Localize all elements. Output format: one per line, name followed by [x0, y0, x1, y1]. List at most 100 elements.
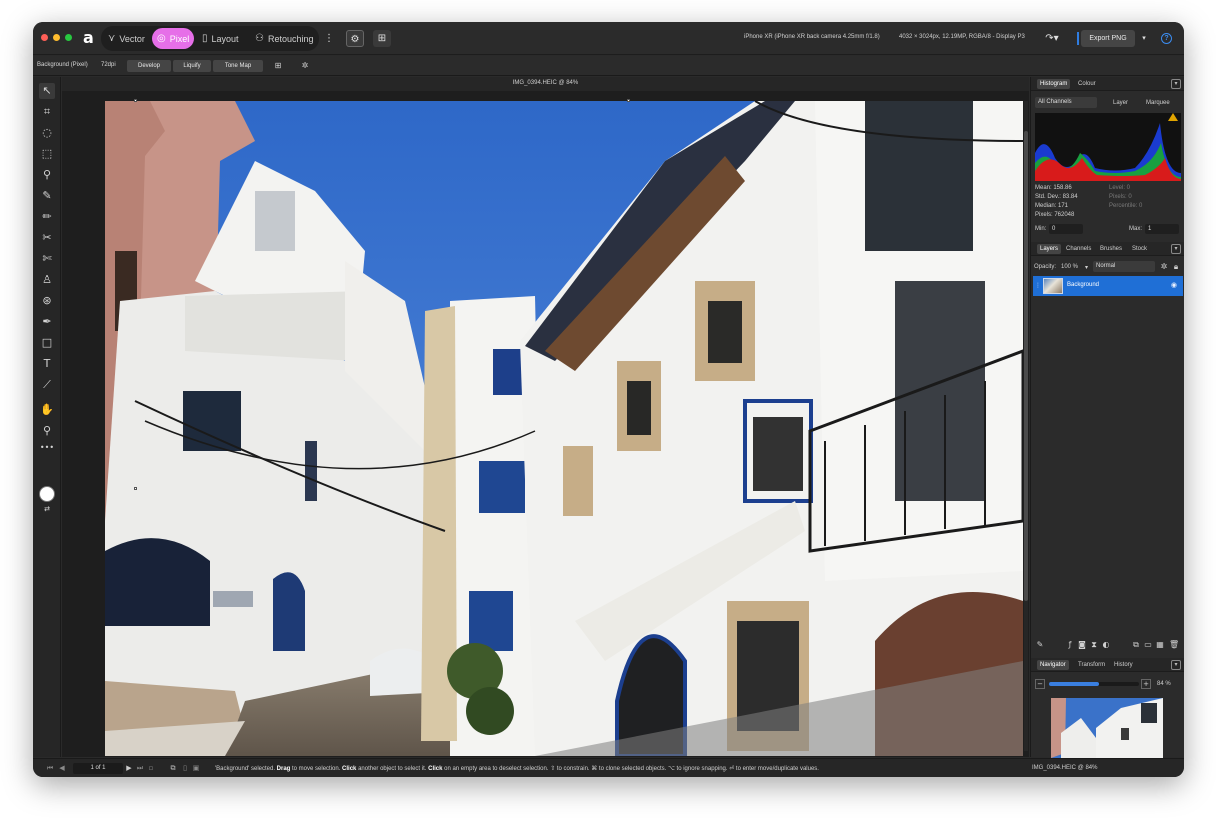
color-picker-icon[interactable]: ⟋ [39, 377, 55, 393]
copy-icon[interactable]: ▯ [180, 763, 190, 774]
export-dropdown-icon[interactable]: ▾ [1135, 30, 1153, 47]
channel-select[interactable]: All Channels [1035, 97, 1097, 108]
more-tools-icon[interactable]: ••• [39, 440, 55, 456]
marquee-option[interactable]: Marquee [1146, 100, 1170, 106]
last-page-icon[interactable]: ⏭ [135, 763, 145, 774]
document-image[interactable] [105, 101, 1023, 756]
opacity-dropdown-icon[interactable]: ▾ [1085, 264, 1088, 271]
lock-icon[interactable]: 🔒︎ [1171, 262, 1181, 272]
pen-tool-icon[interactable]: ✒ [39, 314, 55, 330]
persona-pixel[interactable]: ◎ Pixel [152, 28, 195, 49]
first-page-icon[interactable]: ⏮ [45, 763, 55, 774]
tab-transform[interactable]: Transform [1075, 660, 1108, 670]
crop-tool-icon[interactable]: ⌗ [39, 104, 55, 120]
primary-color-well[interactable] [39, 486, 55, 502]
blend-mode-select[interactable]: Normal [1093, 261, 1155, 272]
page-indicator[interactable]: 1 of 1 [73, 763, 123, 774]
visibility-eye-icon[interactable]: ◉ [1171, 281, 1177, 289]
tab-layers[interactable]: Layers [1037, 244, 1062, 254]
hint-drag: Drag [276, 766, 291, 772]
dodge-tool-icon[interactable]: ✂ [39, 230, 55, 246]
close-window-button[interactable] [41, 34, 48, 41]
zoom-out-icon[interactable]: − [1035, 679, 1045, 689]
swap-colors-icon[interactable]: ⇄ [39, 501, 55, 517]
edit-layer-icon[interactable]: ✎ [1035, 640, 1045, 650]
selection-handle[interactable] [627, 99, 630, 102]
mask-icon[interactable]: ◙ [1077, 640, 1087, 650]
persona-vector[interactable]: ⋎ Vector [103, 28, 150, 49]
folder-icon[interactable]: ▭ [1143, 640, 1153, 650]
tab-brushes[interactable]: Brushes [1097, 244, 1125, 254]
opacity-value[interactable]: 100 % [1061, 264, 1078, 270]
help-icon[interactable]: ? [1161, 33, 1172, 44]
hist-pixels: Pixels: 762048 [1035, 212, 1075, 218]
develop-button[interactable]: Develop [127, 60, 171, 72]
zoom-value[interactable]: 84 % [1157, 681, 1171, 687]
undo-history-icon[interactable]: ↷▾ [1043, 30, 1061, 47]
selection-handle[interactable] [134, 487, 137, 490]
hand-tool-icon[interactable]: ✋ [39, 402, 55, 418]
settings-icon[interactable]: ✲ [299, 60, 311, 72]
page-options-icon[interactable]: ▫ [146, 763, 156, 774]
canvas-area[interactable]: IMG_0394.HEIC @ 84% [62, 77, 1029, 757]
text-tool-icon[interactable]: T [39, 356, 55, 372]
zoom-in-icon[interactable]: + [1141, 679, 1151, 689]
pixel-brush-icon[interactable]: ✏ [39, 209, 55, 225]
next-page-icon[interactable]: ▶ [124, 763, 134, 774]
collapse-panel-icon[interactable]: ▾ [1171, 660, 1181, 670]
flood-select-icon[interactable]: ⚲ [39, 167, 55, 183]
layer-row-background[interactable]: ⋮ Background ◉ [1033, 276, 1183, 296]
assistant-icon[interactable]: ⚙ [346, 30, 364, 47]
clone-tool-icon[interactable]: ♙ [39, 272, 55, 288]
scrollbar-thumb[interactable] [1024, 131, 1028, 601]
adjustment-icon[interactable]: ⧗ [1089, 640, 1099, 650]
tab-history[interactable]: History [1111, 660, 1136, 670]
zoom-window-button[interactable] [65, 34, 72, 41]
vector-persona-icon: ⋎ [108, 33, 116, 44]
spread-view-icon[interactable]: ⧉ [168, 763, 178, 774]
pixel-persona-icon: ◎ [157, 33, 166, 44]
trash-page-icon[interactable]: ▣ [191, 763, 201, 774]
liquify-button[interactable]: Liquify [173, 60, 211, 72]
tab-channels[interactable]: Channels [1063, 244, 1094, 254]
persona-layout[interactable]: ▯ Layout [197, 28, 244, 49]
tab-histogram[interactable]: Histogram [1037, 79, 1071, 89]
collapse-panel-icon[interactable]: ▾ [1171, 244, 1181, 254]
move-tool-icon[interactable]: ↖ [39, 83, 55, 99]
persona-label: Vector [119, 33, 145, 44]
selection-brush-icon[interactable]: ◌ [39, 125, 55, 141]
snapping-icon[interactable]: ⊞ [373, 30, 391, 47]
new-layer-icon[interactable]: ⧉ [1131, 640, 1141, 650]
tab-colour[interactable]: Colour [1075, 79, 1099, 89]
collapse-panel-icon[interactable]: ▾ [1171, 79, 1181, 89]
contrast-icon[interactable]: ◐ [1101, 640, 1111, 650]
more-menu-icon[interactable]: ⋮ [320, 30, 338, 47]
transform-icon[interactable]: ⊞ [272, 60, 284, 72]
healing-tool-icon[interactable]: ⊛ [39, 293, 55, 309]
tone-map-button[interactable]: Tone Map [213, 60, 263, 72]
prev-page-icon[interactable]: ◀ [57, 763, 67, 774]
tab-navigator[interactable]: Navigator [1037, 660, 1069, 670]
selection-handle[interactable] [134, 99, 137, 102]
vertical-scrollbar[interactable] [1024, 101, 1028, 751]
layer-option[interactable]: Layer [1113, 100, 1128, 106]
minimize-window-button[interactable] [53, 34, 60, 41]
export-button[interactable]: Export PNG [1077, 30, 1135, 47]
trash-icon[interactable]: 🗑︎ [1169, 640, 1179, 650]
persona-retouching[interactable]: ⚇ Retouching [250, 28, 319, 49]
rectangle-tool-icon[interactable]: □ [39, 335, 55, 351]
checker-icon[interactable]: ▦ [1155, 640, 1165, 650]
marquee-tool-icon[interactable]: ⬚ [39, 146, 55, 162]
main-toolbar: a ⋎ Vector ◎ Pixel ▯ Layout ⚇ Retouching… [33, 22, 1184, 55]
max-field[interactable]: 1 [1145, 224, 1179, 234]
min-field[interactable]: 0 [1049, 224, 1083, 234]
burn-tool-icon[interactable]: ✄ [39, 251, 55, 267]
layer-expand-icon[interactable]: ⋮ [1033, 281, 1043, 291]
tab-stock[interactable]: Stock [1129, 244, 1150, 254]
fx-icon[interactable]: ƒ [1065, 640, 1075, 650]
paint-brush-icon[interactable]: ✎ [39, 188, 55, 204]
zoom-slider[interactable] [1049, 682, 1139, 686]
persona-label: Retouching [267, 33, 314, 44]
zoom-tool-icon[interactable]: ⚲ [39, 423, 55, 439]
layer-settings-icon[interactable]: ✲ [1159, 262, 1169, 272]
